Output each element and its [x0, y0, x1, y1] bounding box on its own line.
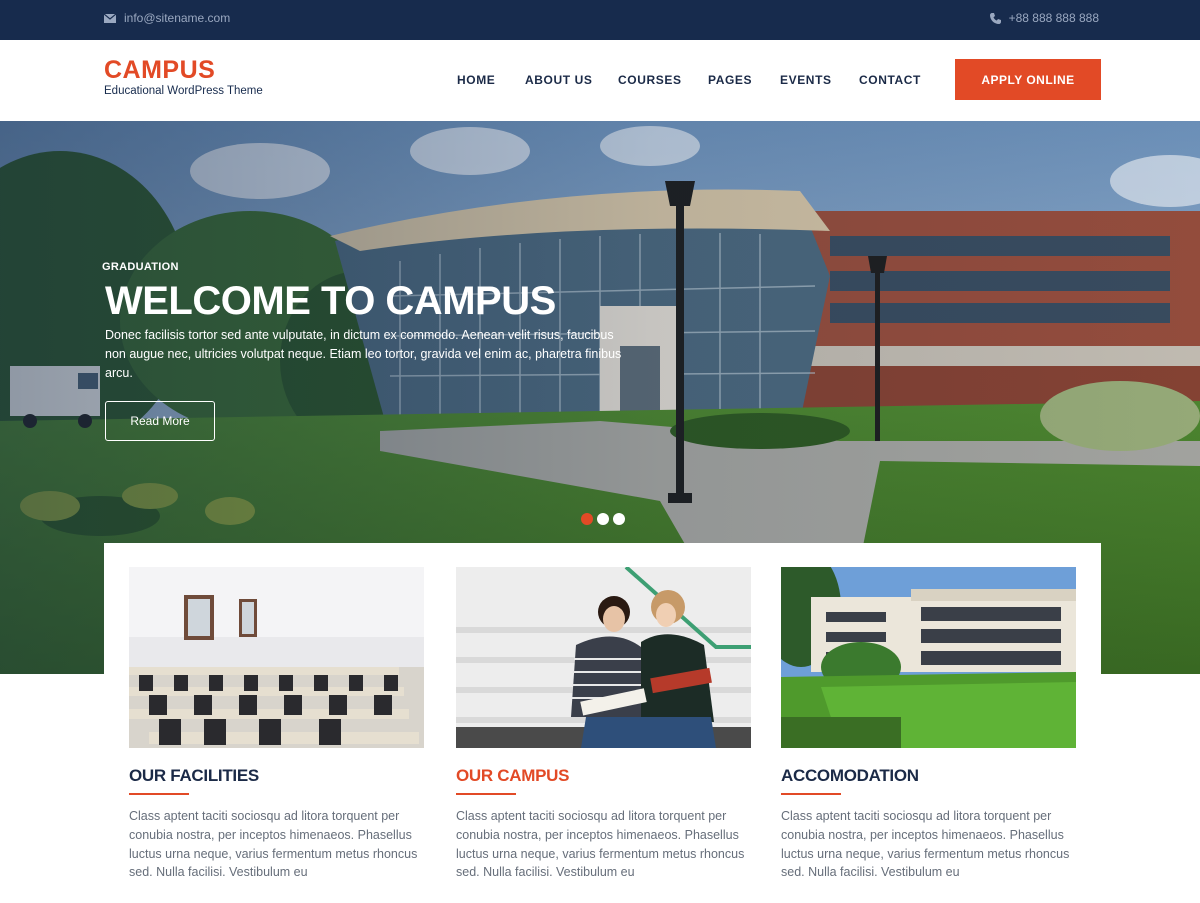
top-bar: info@sitename.com +88 888 888 888: [0, 0, 1200, 40]
apply-online-button[interactable]: APPLY ONLINE: [955, 59, 1101, 100]
card-text: Class aptent taciti sociosqu ad litora t…: [129, 809, 418, 880]
feature-card-facilities: OUR FACILITIES Class aptent taciti socio…: [129, 567, 424, 882]
topbar-phone-text: +88 888 888 888: [1008, 11, 1099, 25]
features-panel: OUR FACILITIES Class aptent taciti socio…: [104, 543, 1101, 903]
students-image[interactable]: [456, 567, 751, 748]
title-underline: [781, 793, 841, 795]
slider-dot[interactable]: [613, 513, 625, 525]
nav-item-pages[interactable]: PAGES: [708, 73, 780, 87]
slider-dots: [581, 513, 625, 525]
card-title: OUR FACILITIES: [129, 766, 259, 785]
nav-item-home[interactable]: HOME: [457, 73, 525, 87]
dormitory-image[interactable]: [781, 567, 1076, 748]
topbar-email-text: info@sitename.com: [124, 11, 231, 25]
site-logo[interactable]: CAMPUS Educational WordPress Theme: [104, 56, 263, 98]
hero-eyebrow: GRADUATION: [102, 261, 179, 273]
hero-read-more-button[interactable]: Read More: [105, 401, 215, 441]
envelope-icon: [104, 13, 116, 23]
nav-item-contact[interactable]: CONTACT: [859, 73, 929, 87]
nav-item-about-us[interactable]: ABOUT US: [525, 73, 618, 87]
title-underline: [456, 793, 516, 795]
topbar-email[interactable]: info@sitename.com: [104, 11, 230, 25]
nav-item-events[interactable]: EVENTS: [780, 73, 859, 87]
phone-icon: [989, 12, 1001, 24]
feature-card-campus: OUR CAMPUS Class aptent taciti sociosqu …: [456, 567, 751, 882]
hero-title: WELCOME TO CAMPUS: [105, 279, 556, 323]
title-underline: [129, 793, 189, 795]
site-header: CAMPUS Educational WordPress Theme HOME …: [0, 40, 1200, 121]
card-title: ACCOMODATION: [781, 766, 919, 785]
hero-text: Donec facilisis tortor sed ante vulputat…: [105, 328, 622, 380]
nav-item-courses[interactable]: COURSES: [618, 73, 708, 87]
card-text: Class aptent taciti sociosqu ad litora t…: [456, 809, 745, 880]
topbar-phone[interactable]: +88 888 888 888: [989, 11, 1099, 25]
logo-brand: CAMPUS: [104, 56, 216, 84]
feature-card-accomodation: ACCOMODATION Class aptent taciti sociosq…: [781, 567, 1076, 882]
main-nav: HOME ABOUT US COURSES PAGES EVENTS CONTA…: [457, 73, 929, 87]
slider-dot[interactable]: [581, 513, 593, 525]
logo-tagline: Educational WordPress Theme: [104, 85, 263, 97]
slider-dot[interactable]: [597, 513, 609, 525]
classroom-image[interactable]: [129, 567, 424, 748]
card-title: OUR CAMPUS: [456, 766, 570, 785]
card-text: Class aptent taciti sociosqu ad litora t…: [781, 809, 1070, 880]
